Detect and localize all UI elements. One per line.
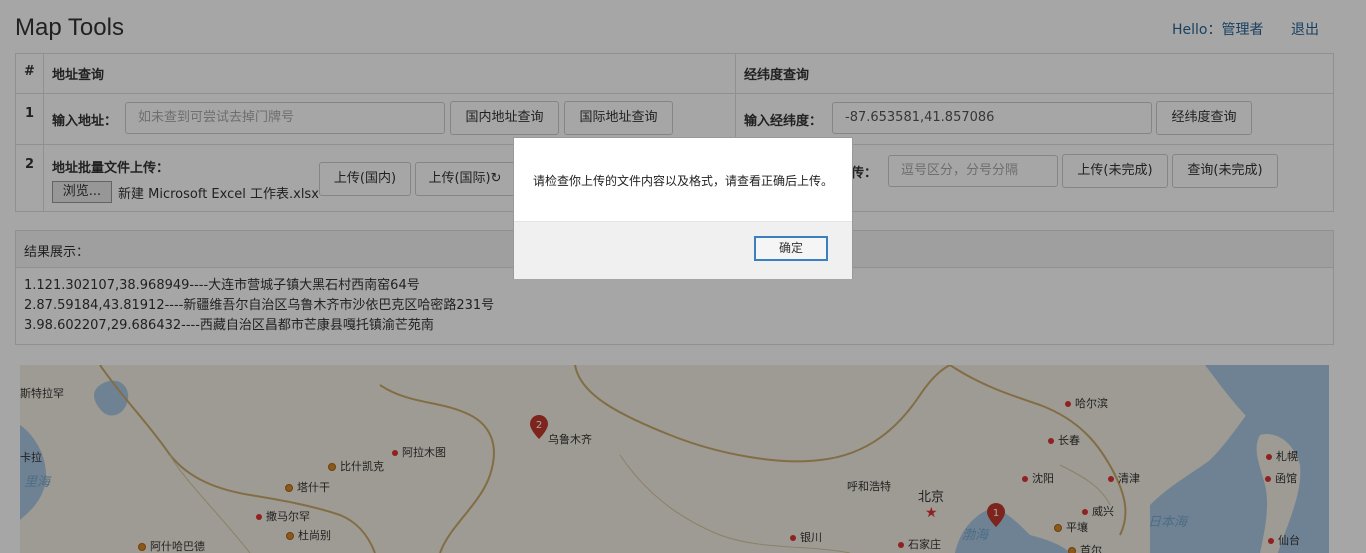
ok-button[interactable]: 确定 [754,236,828,261]
alert-dialog: 请检查你上传的文件内容以及格式，请查看正确后上传。 确定 [513,137,853,279]
alert-message: 请检查你上传的文件内容以及格式，请查看正确后上传。 [533,174,834,188]
alert-footer: 确定 [514,221,852,279]
